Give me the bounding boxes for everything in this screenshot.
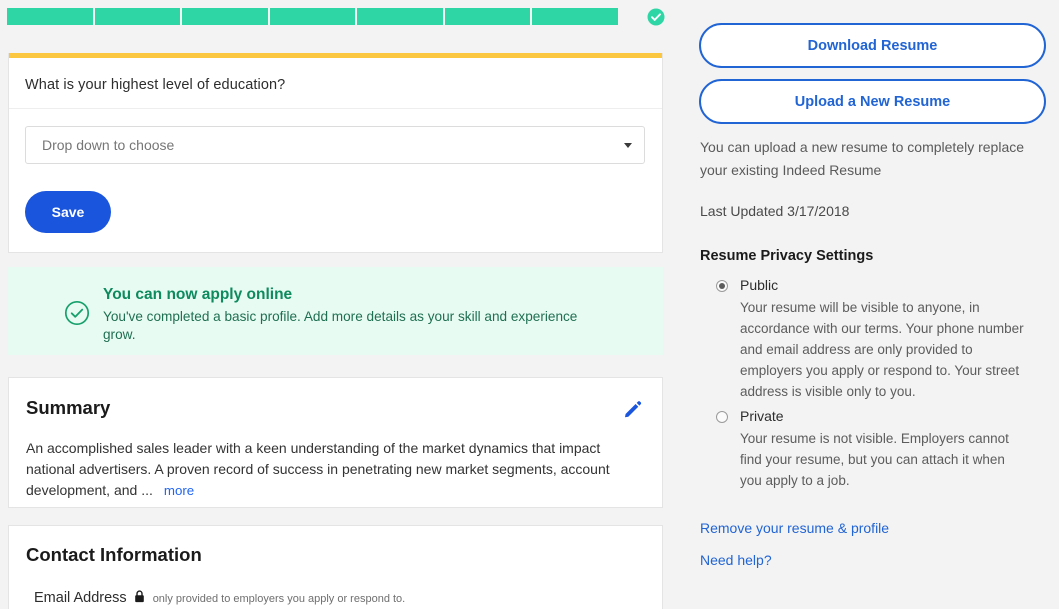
dropdown-selected-value: Drop down to choose	[42, 137, 175, 153]
upload-resume-button[interactable]: Upload a New Resume	[699, 79, 1046, 124]
remove-resume-link[interactable]: Remove your resume & profile	[700, 520, 889, 536]
radio-button-private[interactable]	[716, 411, 728, 423]
education-level-dropdown[interactable]: Drop down to choose	[25, 126, 645, 164]
download-resume-button[interactable]: Download Resume	[699, 23, 1046, 68]
summary-body: An accomplished sales leader with a keen…	[26, 440, 610, 498]
education-question-card: What is your highest level of education?…	[8, 53, 663, 253]
email-address-label: Email Address	[34, 590, 127, 606]
upload-helper-text: You can upload a new resume to completel…	[700, 139, 1025, 178]
pencil-icon[interactable]	[622, 398, 644, 420]
privacy-option-public[interactable]: Public Your resume will be visible to an…	[716, 277, 1036, 402]
privacy-settings-heading: Resume Privacy Settings	[700, 248, 874, 264]
progress-segment	[269, 8, 356, 25]
summary-more-link[interactable]: more	[164, 483, 194, 498]
radio-label-public: Public	[740, 277, 779, 293]
progress-segment	[7, 8, 93, 25]
email-address-row: Email Address only provided to employers…	[34, 589, 405, 607]
radio-row[interactable]: Public	[716, 277, 1036, 294]
contact-heading: Contact Information	[26, 544, 202, 565]
radio-button-public[interactable]	[716, 280, 728, 292]
email-privacy-note: only provided to employers you apply or …	[152, 593, 406, 605]
divider	[9, 108, 662, 109]
chevron-down-icon	[624, 143, 632, 148]
progress-segment	[532, 8, 619, 25]
need-help-link[interactable]: Need help?	[700, 552, 772, 568]
last-updated-text: Last Updated 3/17/2018	[700, 203, 850, 219]
radio-row[interactable]: Private	[716, 408, 1036, 425]
progress-segment	[182, 8, 268, 25]
radio-description-private: Your resume is not visible. Employers ca…	[740, 431, 1009, 488]
education-question-label: What is your highest level of education?	[25, 77, 286, 93]
card-accent-bar	[9, 53, 662, 58]
privacy-option-private[interactable]: Private Your resume is not visible. Empl…	[716, 408, 1036, 491]
lock-icon	[134, 590, 145, 608]
profile-progress-bar	[7, 8, 619, 25]
progress-segment	[444, 8, 531, 25]
radio-description-public: Your resume will be visible to anyone, i…	[740, 300, 1024, 399]
banner-title: You can now apply online	[103, 286, 293, 303]
check-circle-outline-icon	[64, 300, 90, 326]
main-content-column: What is your highest level of education?…	[0, 0, 672, 609]
save-button[interactable]: Save	[25, 191, 111, 233]
banner-body: You've completed a basic profile. Add mo…	[103, 309, 578, 342]
sidebar-column: Download Resume Upload a New Resume You …	[672, 0, 1059, 609]
progress-segment	[94, 8, 181, 25]
page-root: What is your highest level of education?…	[0, 0, 1059, 609]
contact-information-card: Contact Information Email Address only p…	[8, 525, 663, 609]
summary-text: An accomplished sales leader with a keen…	[26, 438, 626, 501]
check-circle-icon	[647, 8, 665, 26]
radio-label-private: Private	[740, 408, 784, 424]
summary-heading: Summary	[26, 397, 111, 418]
progress-segment	[357, 8, 443, 25]
summary-card: Summary An accomplished sales leader wit…	[8, 377, 663, 508]
